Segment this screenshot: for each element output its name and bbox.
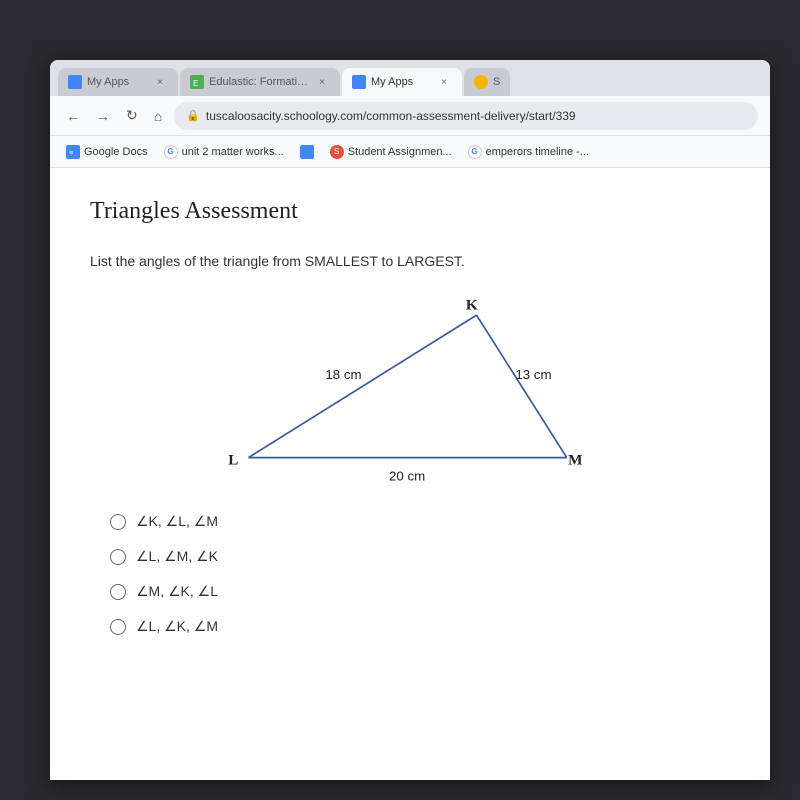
tab-label-s: S xyxy=(493,76,500,88)
bookmark-favicon-schoology: S xyxy=(330,145,344,159)
bookmark-google-docs[interactable]: ≡ Google Docs xyxy=(60,142,154,162)
bookmark-label-emperors: emperors timeline -... xyxy=(486,146,589,158)
svg-text:≡: ≡ xyxy=(69,150,73,157)
bookmark-student[interactable]: S Student Assignmen... xyxy=(324,142,458,162)
tab-label-my-apps-2: My Apps xyxy=(371,76,431,88)
radio-4[interactable] xyxy=(110,619,126,635)
bookmark-unit2[interactable]: G unit 2 matter works... xyxy=(158,142,290,162)
bookmark-favicon-google: G xyxy=(164,145,178,159)
back-button[interactable]: ← xyxy=(62,106,84,126)
refresh-button[interactable]: ↻ xyxy=(122,105,142,126)
bookmark-favicon-google2: G xyxy=(468,145,482,159)
answer-options: ∠K, ∠L, ∠M ∠L, ∠M, ∠K ∠M, ∠K, ∠L ∠L, ∠K,… xyxy=(110,513,730,635)
address-bar: ← → ↻ ⌂ 🔒 tuscaloosacity.schoology.com/c… xyxy=(50,96,770,136)
tab-close-3[interactable]: × xyxy=(436,74,452,90)
bookmark-docs2[interactable] xyxy=(294,142,320,162)
tab-label-my-apps-1: My Apps xyxy=(87,76,147,88)
tab-favicon-apps xyxy=(68,75,82,89)
tab-my-apps-2[interactable]: My Apps × xyxy=(342,68,462,96)
forward-button[interactable]: → xyxy=(92,106,114,126)
radio-3[interactable] xyxy=(110,584,126,600)
browser-window: My Apps × E Edulastic: Formative an × My… xyxy=(50,60,770,780)
option-4[interactable]: ∠L, ∠K, ∠M xyxy=(110,618,730,635)
svg-text:13 cm: 13 cm xyxy=(515,367,551,382)
bookmark-label-docs: Google Docs xyxy=(84,146,148,158)
option-3[interactable]: ∠M, ∠K, ∠L xyxy=(110,583,730,600)
option-2-text: ∠L, ∠M, ∠K xyxy=(136,548,218,565)
option-4-text: ∠L, ∠K, ∠M xyxy=(136,618,218,635)
tab-close-1[interactable]: × xyxy=(152,74,168,90)
radio-2[interactable] xyxy=(110,549,126,565)
svg-text:E: E xyxy=(193,79,198,87)
tab-favicon-s xyxy=(474,75,488,89)
question-text: List the angles of the triangle from SMA… xyxy=(90,253,730,269)
svg-text:M: M xyxy=(568,451,582,468)
tab-favicon-apps2 xyxy=(352,75,366,89)
svg-text:K: K xyxy=(466,296,478,313)
bookmark-label-student: Student Assignmen... xyxy=(348,146,452,158)
home-button[interactable]: ⌂ xyxy=(150,106,166,126)
bookmark-favicon-docs2 xyxy=(300,145,314,159)
option-2[interactable]: ∠L, ∠M, ∠K xyxy=(110,548,730,565)
option-1[interactable]: ∠K, ∠L, ∠M xyxy=(110,513,730,530)
svg-text:L: L xyxy=(228,451,238,468)
triangle-diagram: K L M 18 cm 13 cm 20 cm xyxy=(220,293,600,493)
tab-favicon-edu: E xyxy=(190,75,204,89)
tab-s[interactable]: S xyxy=(464,68,510,96)
option-3-text: ∠M, ∠K, ∠L xyxy=(136,583,218,600)
lock-icon: 🔒 xyxy=(186,109,200,122)
bookmark-favicon-docs: ≡ xyxy=(66,145,80,159)
tab-close-2[interactable]: × xyxy=(314,74,330,90)
svg-text:18 cm: 18 cm xyxy=(325,367,361,382)
bookmark-emperors[interactable]: G emperors timeline -... xyxy=(462,142,595,162)
address-input[interactable]: 🔒 tuscaloosacity.schoology.com/common-as… xyxy=(174,102,758,130)
tab-label-edulastic: Edulastic: Formative an xyxy=(209,76,309,88)
option-1-text: ∠K, ∠L, ∠M xyxy=(136,513,218,530)
tab-bar: My Apps × E Edulastic: Formative an × My… xyxy=(50,60,770,96)
page-title: Triangles Assessment xyxy=(90,198,730,225)
bookmarks-bar: ≡ Google Docs G unit 2 matter works... S… xyxy=(50,136,770,168)
bookmark-label-unit2: unit 2 matter works... xyxy=(182,146,284,158)
page-content: Triangles Assessment List the angles of … xyxy=(50,168,770,780)
tab-my-apps-1[interactable]: My Apps × xyxy=(58,68,178,96)
svg-text:20 cm: 20 cm xyxy=(389,468,425,483)
tab-edulastic[interactable]: E Edulastic: Formative an × xyxy=(180,68,340,96)
radio-1[interactable] xyxy=(110,514,126,530)
address-text: tuscaloosacity.schoology.com/common-asse… xyxy=(206,109,576,123)
